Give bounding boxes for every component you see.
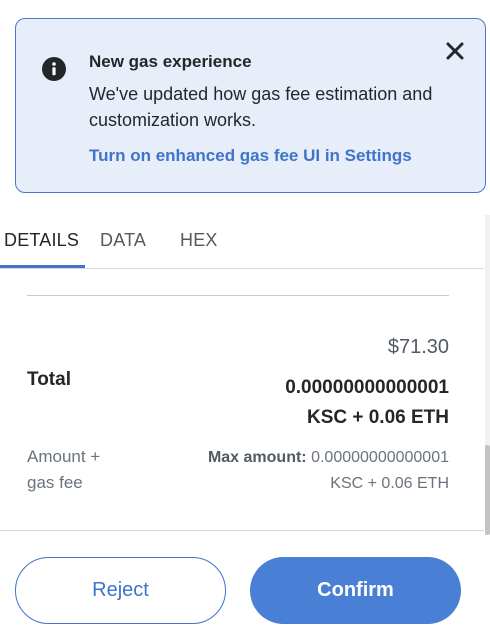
amount-gas-fee-label-line1: Amount + <box>27 447 101 466</box>
tab-hex[interactable]: HEX <box>180 230 218 251</box>
reject-button[interactable]: Reject <box>15 557 226 624</box>
max-amount: Max amount: 0.00000000000001 KSC + 0.06 … <box>149 445 449 497</box>
total-label: Total <box>27 369 71 390</box>
divider <box>27 295 449 296</box>
footer-divider <box>0 530 484 531</box>
max-amount-label: Max amount: <box>207 449 307 466</box>
transaction-tabs: DETAILS DATA HEX <box>0 215 484 269</box>
close-icon[interactable] <box>444 40 466 62</box>
amount-gas-fee-label-line2: gas fee <box>27 473 83 492</box>
total-value-currency: KSC + 0.06 ETH <box>306 407 449 428</box>
total-value-amount: 0.00000000000001 <box>285 377 449 398</box>
fiat-total: $71.30 <box>387 336 449 358</box>
enable-enhanced-gas-ui-link[interactable]: Turn on enhanced gas fee UI in Settings <box>89 146 412 166</box>
confirm-button[interactable]: Confirm <box>250 557 461 624</box>
max-amount-value: 0.00000000000001 <box>311 449 449 466</box>
amount-gas-fee-label: Amount + gas fee <box>27 444 137 496</box>
tab-details[interactable]: DETAILS <box>4 230 79 251</box>
banner-title: New gas experience <box>89 52 252 71</box>
banner-description: We've updated how gas fee estimation and… <box>89 84 433 130</box>
info-icon <box>42 57 66 81</box>
tab-data[interactable]: DATA <box>100 230 146 251</box>
gas-experience-banner: New gas experience We've updated how gas… <box>15 18 486 193</box>
active-tab-indicator <box>0 265 85 268</box>
total-value: 0.00000000000001 KSC + 0.06 ETH <box>189 373 449 433</box>
max-amount-currency: KSC + 0.06 ETH <box>330 475 449 492</box>
scrollbar-thumb[interactable] <box>485 445 490 535</box>
